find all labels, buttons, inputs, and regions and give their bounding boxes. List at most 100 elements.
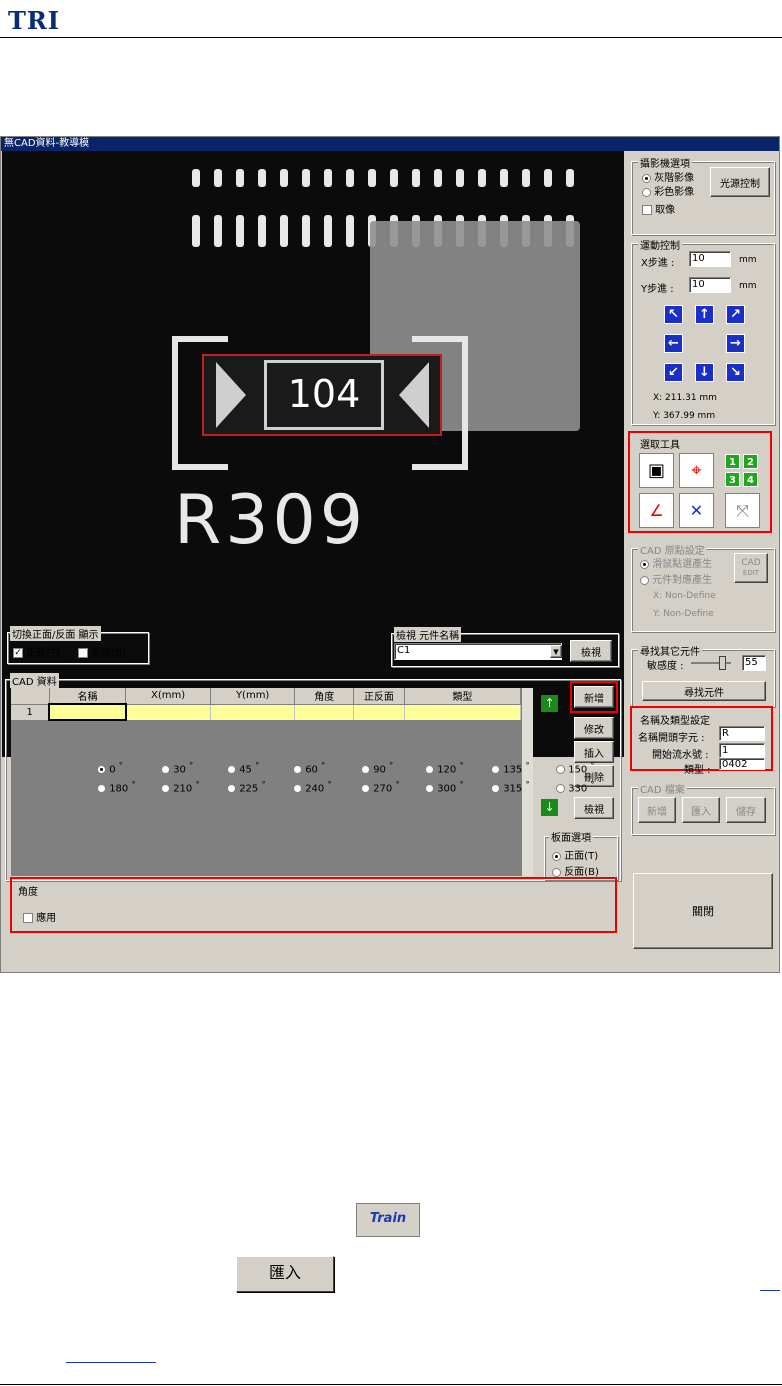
close-button[interactable]: 關閉 [633, 873, 773, 949]
back-display-checkbox[interactable]: 反面(B) [78, 644, 126, 659]
degree-symbol: ° [118, 760, 123, 770]
angle-radio-0[interactable]: 0 ° [97, 760, 123, 775]
move-row-up-icon[interactable]: ↑ [541, 695, 558, 712]
light-control-button[interactable]: 光源控制 [710, 167, 770, 197]
color-image-radio[interactable]: 彩色影像 [642, 183, 694, 198]
chevron-down-icon[interactable]: ▼ [550, 645, 562, 658]
degree-symbol: ° [395, 779, 400, 789]
type-input[interactable]: 0402 [719, 758, 765, 770]
angle-radio-270[interactable]: 270 ° [361, 779, 400, 794]
table-row[interactable]: 1 [11, 703, 522, 721]
import-button[interactable]: 匯入 [236, 1256, 334, 1292]
sensitivity-input[interactable]: 55 [742, 655, 766, 671]
part-name-select[interactable]: C1 [394, 643, 562, 660]
grid-number-4: 4 [743, 472, 758, 487]
front-display-checkbox[interactable]: ✓ 正面(T) [13, 644, 60, 659]
naming-title: 名稱及類型設定 [640, 716, 710, 727]
find-parts-button[interactable]: 尋找元件 [642, 681, 766, 701]
cad-import-button[interactable]: 匯入 [682, 797, 720, 823]
cad-file-title: CAD 檔案 [638, 781, 687, 796]
link-underline-left[interactable] [66, 1362, 156, 1363]
angle-radio-135[interactable]: 135 ° [491, 760, 530, 775]
y-step-input[interactable]: 10 [689, 277, 731, 293]
cad-edit-button[interactable]: CAD EDIT [734, 553, 768, 583]
move-left-icon[interactable]: ← [664, 334, 683, 353]
angle-radio-60[interactable]: 60 ° [293, 760, 325, 775]
cell-side[interactable] [353, 704, 405, 720]
add-row-button[interactable]: 新增 [574, 686, 614, 708]
train-button[interactable]: Train [356, 1203, 420, 1237]
move-up-right-icon[interactable]: ↗ [726, 305, 745, 324]
mouse-origin-radio[interactable]: 滑鼠點選產生 [640, 555, 712, 570]
cell-angle[interactable] [294, 704, 355, 720]
freeze-checkbox[interactable]: 取像 [642, 201, 675, 216]
component-origin-radio[interactable]: 元件對應產生 [640, 571, 712, 586]
cad-save-button[interactable]: 儲存 [726, 797, 766, 823]
board-back-radio[interactable]: 反面(B) [552, 863, 599, 878]
modify-row-button[interactable]: 修改 [574, 717, 614, 739]
angle-radio-330[interactable]: 330 ° [556, 779, 595, 794]
view-row-button[interactable]: 檢視 [574, 797, 614, 819]
crosshair-icon[interactable]: ⌖ [679, 453, 714, 488]
column-name[interactable]: 名稱 [49, 688, 127, 705]
expand-icon[interactable]: ⤧ [725, 493, 760, 528]
cad-new-button[interactable]: 新增 [638, 797, 676, 823]
column-side[interactable]: 正反面 [353, 688, 405, 705]
apply-angle-checkbox[interactable]: 應用 [23, 909, 56, 924]
column-x[interactable]: X(mm) [125, 688, 211, 705]
move-down-icon[interactable]: ↓ [695, 363, 714, 382]
angle-radio-dot [293, 764, 302, 774]
angle-highlight [10, 877, 617, 933]
angle-radio-225[interactable]: 225 ° [227, 779, 266, 794]
move-up-icon[interactable]: ↑ [695, 305, 714, 324]
angle-radio-90[interactable]: 90 ° [361, 760, 393, 775]
start-number-input[interactable]: 1 [719, 743, 765, 758]
rectangle-select-icon[interactable]: ▣ [639, 453, 674, 488]
column-type[interactable]: 類型 [404, 688, 522, 705]
angle-radio-dot [161, 783, 170, 793]
angle-value-label: 315 [503, 783, 523, 795]
angle-radio-210[interactable]: 210 ° [161, 779, 200, 794]
angle-radio-240[interactable]: 240 ° [293, 779, 332, 794]
angle-radio-150[interactable]: 150 ° [556, 760, 595, 775]
angle-radio-300[interactable]: 300 ° [425, 779, 464, 794]
move-up-left-icon[interactable]: ↖ [664, 305, 683, 324]
degree-symbol: ° [459, 779, 464, 789]
angle-measure-icon[interactable]: ∠ [639, 493, 674, 528]
board-front-radio[interactable]: 正面(T) [552, 847, 598, 862]
cell-name[interactable] [48, 703, 127, 721]
degree-symbol: ° [327, 779, 332, 789]
silkscreen-label: R309 [174, 481, 368, 560]
angle-radio-30[interactable]: 30 ° [161, 760, 193, 775]
gray-image-radio[interactable]: 灰階影像 [642, 169, 694, 184]
move-down-right-icon[interactable]: ↘ [726, 363, 745, 382]
cad-edit-line2: EDIT [742, 569, 760, 577]
cell-y[interactable] [210, 704, 296, 720]
row-header-corner [11, 688, 50, 705]
angle-value-label: 30 [173, 764, 186, 776]
angle-radio-45[interactable]: 45 ° [227, 760, 259, 775]
view-part-button[interactable]: 檢視 [570, 640, 612, 662]
angle-cross-icon[interactable]: ✕ [679, 493, 714, 528]
angle-radio-dot [556, 764, 565, 774]
camera-options-title: 攝影機選項 [638, 155, 692, 170]
angle-radio-120[interactable]: 120 ° [425, 760, 464, 775]
move-right-icon[interactable]: → [726, 334, 745, 353]
y-position-readout: Y: 367.99 mm [653, 411, 716, 421]
number-grid-icon[interactable]: 1 2 3 4 [724, 453, 764, 489]
name-prefix-input[interactable]: R [719, 726, 765, 741]
move-row-down-icon[interactable]: ↓ [541, 799, 558, 816]
sensitivity-slider-thumb[interactable] [719, 656, 726, 670]
column-angle[interactable]: 角度 [294, 688, 355, 705]
angle-radio-315[interactable]: 315 ° [491, 779, 530, 794]
origin-y-readout: Y: Non-Define [653, 609, 714, 619]
move-down-left-icon[interactable]: ↙ [664, 363, 683, 382]
component-roi[interactable]: 104 [202, 354, 442, 436]
cell-x[interactable] [125, 704, 211, 720]
angle-value-label: 90 [373, 764, 386, 776]
cell-type[interactable] [404, 704, 522, 720]
x-step-input[interactable]: 10 [689, 251, 731, 267]
column-y[interactable]: Y(mm) [210, 688, 296, 705]
angle-radio-180[interactable]: 180 ° [97, 779, 136, 794]
sensitivity-label: 敏感度 : [647, 661, 684, 672]
